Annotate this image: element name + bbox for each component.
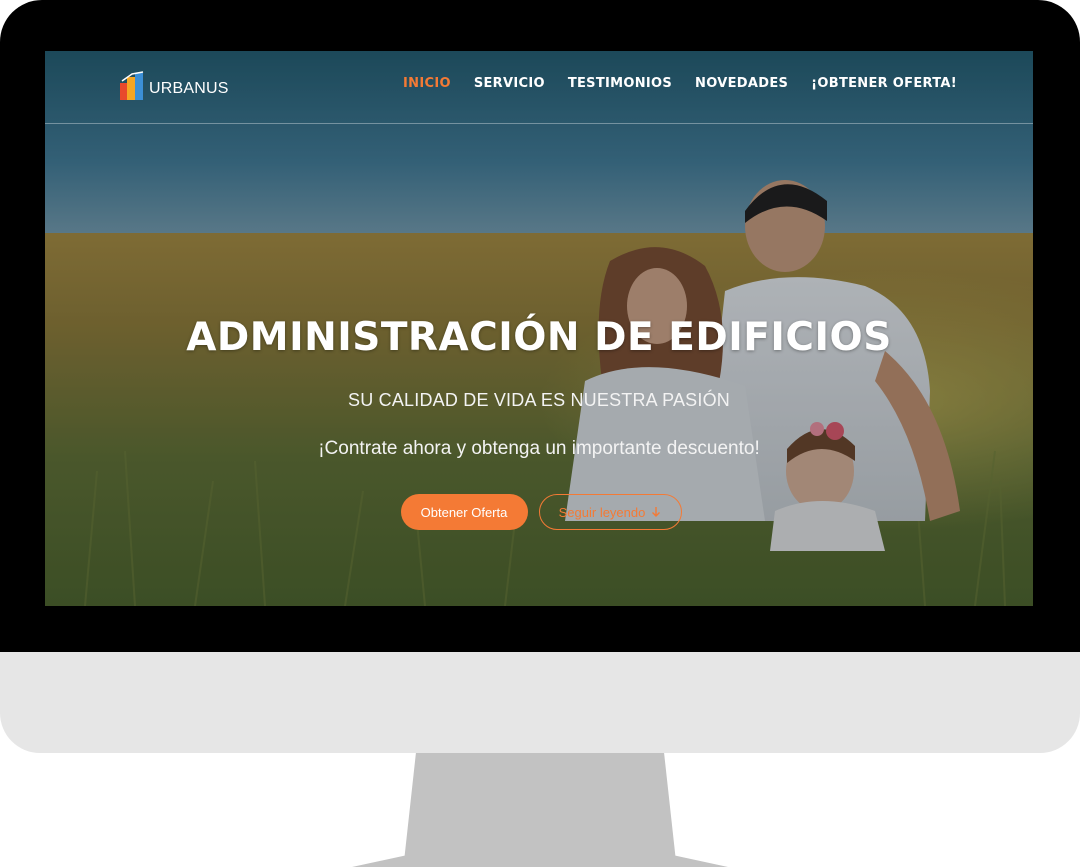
nav-item-testimonios[interactable]: TESTIMONIOS [568,76,672,91]
arrow-down-icon [652,507,661,517]
main-nav-menu: INICIO SERVICIO TESTIMONIOS NOVEDADES ¡O… [403,76,957,91]
website-screen: URBANUS INICIO SERVICIO TESTIMONIOS NOVE… [45,51,1033,606]
seguir-leyendo-label: Seguir leyendo [558,504,646,520]
monitor-chin [0,652,1080,753]
nav-item-obtener-oferta[interactable]: ¡OBTENER OFERTA! [811,76,957,91]
obtener-oferta-label: Obtener Oferta [420,504,508,520]
monitor-stand [352,753,728,867]
nav-item-servicio[interactable]: SERVICIO [474,76,545,91]
top-navbar: URBANUS INICIO SERVICIO TESTIMONIOS NOVE… [45,51,1033,124]
hero-title: ADMINISTRACIÓN DE EDIFICIOS [186,315,892,360]
brand-logo[interactable]: URBANUS [119,71,229,101]
nav-item-novedades[interactable]: NOVEDADES [695,76,788,91]
hero-button-group: Obtener Oferta Seguir leyendo [45,494,1033,530]
hero-subtitle: SU CALIDAD DE VIDA ES NUESTRA PASIÓN [348,390,730,410]
hero-cta-text: ¡Contrate ahora y obtenga un importante … [318,438,760,459]
nav-item-inicio[interactable]: INICIO [403,76,451,91]
obtener-oferta-button[interactable]: Obtener Oferta [400,494,528,530]
building-logo-icon [120,71,144,100]
seguir-leyendo-button[interactable]: Seguir leyendo [538,494,682,530]
imac-mockup: URBANUS INICIO SERVICIO TESTIMONIOS NOVE… [0,0,1080,867]
brand-name: URBANUS [149,80,229,97]
